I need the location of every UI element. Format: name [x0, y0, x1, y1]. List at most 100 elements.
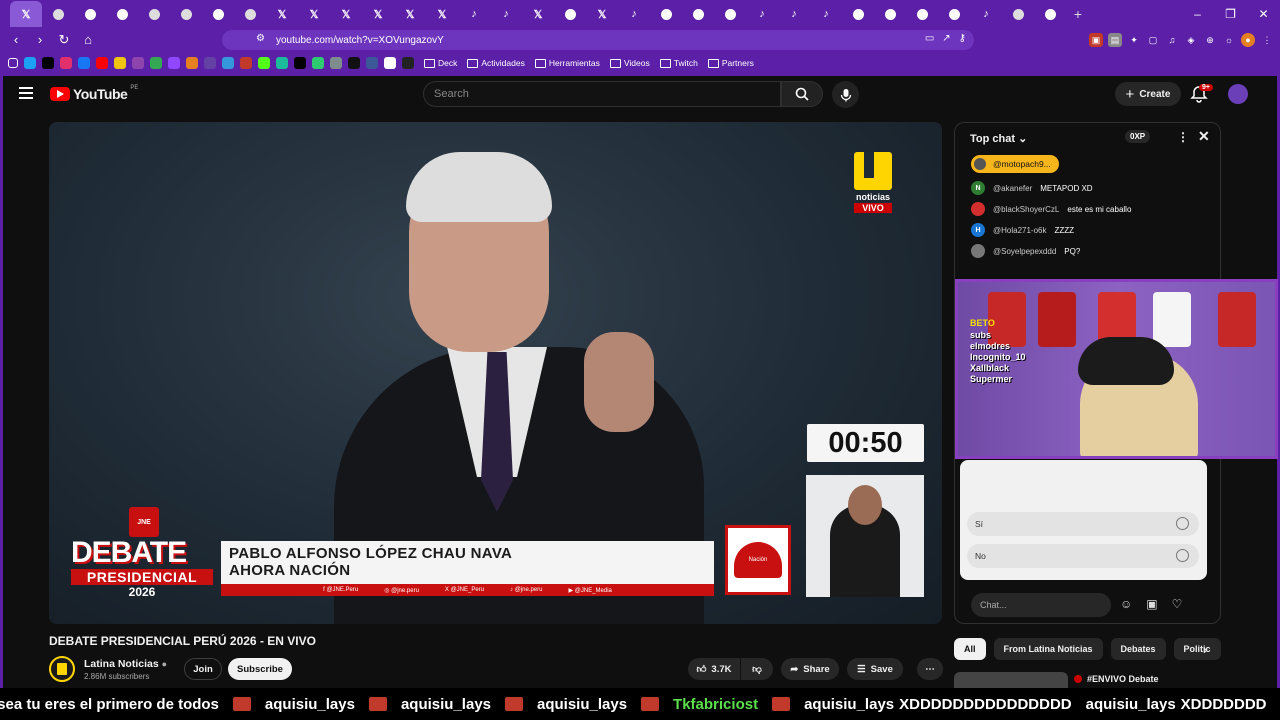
- extension-icon[interactable]: ▤: [1108, 33, 1122, 47]
- chat-username[interactable]: @blackShoyerCzL: [993, 205, 1059, 214]
- browser-tab[interactable]: [74, 1, 106, 27]
- puzzle-icon[interactable]: ✦: [1127, 33, 1141, 47]
- user-avatar[interactable]: [971, 244, 985, 258]
- extension-icon[interactable]: ☼: [1222, 33, 1236, 47]
- bookmark-favicon[interactable]: [222, 57, 234, 69]
- browser-tab[interactable]: [170, 1, 202, 27]
- top-chat-dropdown[interactable]: Top chat ⌄: [970, 132, 1027, 145]
- browser-tab[interactable]: [842, 1, 874, 27]
- bookmark-favicon[interactable]: [42, 57, 54, 69]
- bookmark-favicon[interactable]: [384, 57, 396, 69]
- bookmark-favicon[interactable]: [96, 57, 108, 69]
- heart-icon[interactable]: ♡: [1172, 597, 1183, 611]
- browser-tab[interactable]: ♪: [490, 1, 522, 27]
- channel-name[interactable]: Latina Noticias ●: [84, 658, 167, 670]
- bookmark-favicon[interactable]: [78, 57, 90, 69]
- browser-tab[interactable]: 𝕏: [394, 1, 426, 27]
- chips-next-icon[interactable]: ›: [1203, 642, 1207, 657]
- browser-tab[interactable]: [106, 1, 138, 27]
- bookmark-item[interactable]: Twitch: [659, 58, 698, 68]
- home-icon[interactable]: ⌂: [78, 32, 98, 48]
- user-avatar[interactable]: [971, 202, 985, 216]
- browser-tab[interactable]: 𝕏: [10, 1, 42, 27]
- profile-icon[interactable]: ●: [1241, 33, 1255, 47]
- reload-icon[interactable]: ↻: [54, 32, 74, 48]
- poll-option[interactable]: No: [967, 544, 1199, 568]
- url-field[interactable]: ⚙ youtube.com/watch?v=XOVungazovY ▭ ↗ ⚷: [222, 30, 974, 50]
- minimize-button[interactable]: –: [1181, 0, 1214, 28]
- browser-tab[interactable]: ♪: [746, 1, 778, 27]
- extension-icon[interactable]: ◈: [1184, 33, 1198, 47]
- pinned-user-chip[interactable]: @motopach9...: [971, 155, 1059, 173]
- dislike-button[interactable]: 👎︎: [741, 658, 773, 680]
- browser-tab[interactable]: 𝕏: [426, 1, 458, 27]
- hamburger-menu-icon[interactable]: [19, 87, 33, 99]
- video-player[interactable]: noticias VIVO 00:50 JNE DEBATE PRESIDENC…: [49, 122, 942, 624]
- browser-tab[interactable]: [202, 1, 234, 27]
- voice-search-button[interactable]: [832, 81, 859, 108]
- browser-tab[interactable]: ♪: [458, 1, 490, 27]
- channel-name-text[interactable]: Latina Noticias: [84, 658, 159, 670]
- new-tab-button[interactable]: +: [1066, 6, 1090, 22]
- browser-tab[interactable]: [234, 1, 266, 27]
- bookmark-favicon[interactable]: [204, 57, 216, 69]
- close-window-button[interactable]: ✕: [1247, 0, 1280, 28]
- cast-icon[interactable]: ▭: [925, 33, 934, 44]
- bookmark-favicon[interactable]: [294, 57, 306, 69]
- poll-option[interactable]: Sí: [967, 512, 1199, 536]
- bookmark-favicon[interactable]: [258, 57, 270, 69]
- back-icon[interactable]: ‹: [6, 32, 26, 48]
- bookmark-favicon[interactable]: [366, 57, 378, 69]
- search-button[interactable]: [781, 81, 823, 107]
- key-icon[interactable]: ⚷: [959, 33, 966, 44]
- forward-icon[interactable]: ›: [30, 32, 50, 48]
- browser-tab[interactable]: [650, 1, 682, 27]
- bookmark-favicon[interactable]: [168, 57, 180, 69]
- site-info-icon[interactable]: ⚙: [256, 33, 265, 44]
- filter-chip[interactable]: All: [954, 638, 986, 660]
- super-chat-icon[interactable]: ▣: [1146, 597, 1157, 611]
- browser-tab[interactable]: ♪: [970, 1, 1002, 27]
- menu-icon[interactable]: ⋮: [1260, 33, 1274, 47]
- save-button[interactable]: ☰ Save: [847, 658, 903, 680]
- join-button[interactable]: Join: [184, 658, 222, 680]
- create-button[interactable]: + Create: [1115, 82, 1181, 106]
- browser-tab[interactable]: [138, 1, 170, 27]
- browser-tab[interactable]: 𝕏: [362, 1, 394, 27]
- filter-chip[interactable]: From Latina Noticias: [993, 638, 1103, 660]
- browser-tab[interactable]: ♪: [810, 1, 842, 27]
- xp-badge[interactable]: 0XP: [1125, 130, 1151, 143]
- browser-tab[interactable]: [874, 1, 906, 27]
- bookmark-favicon[interactable]: [240, 57, 252, 69]
- user-avatar[interactable]: H: [971, 223, 985, 237]
- extension-icon[interactable]: ▣: [1089, 33, 1103, 47]
- browser-tab[interactable]: [42, 1, 74, 27]
- bookmark-favicon[interactable]: [132, 57, 144, 69]
- chat-more-icon[interactable]: ⋮: [1177, 130, 1189, 144]
- bookmark-favicon[interactable]: [348, 57, 360, 69]
- bookmark-favicon[interactable]: [186, 57, 198, 69]
- bookmark-item[interactable]: Videos: [609, 58, 650, 68]
- browser-tab[interactable]: [906, 1, 938, 27]
- related-video-thumbnail[interactable]: [954, 672, 1068, 688]
- browser-tab[interactable]: [682, 1, 714, 27]
- browser-tab[interactable]: [714, 1, 746, 27]
- chat-username[interactable]: @akanefer: [993, 184, 1032, 193]
- browser-tab[interactable]: ♪: [618, 1, 650, 27]
- bookmark-favicon[interactable]: [276, 57, 288, 69]
- browser-tab[interactable]: 𝕏: [266, 1, 298, 27]
- browser-tab[interactable]: 𝕏: [330, 1, 362, 27]
- related-video-title[interactable]: #ENVIVO Debate: [1074, 674, 1159, 684]
- bookmark-item[interactable]: Partners: [707, 58, 754, 68]
- bookmark-favicon[interactable]: [150, 57, 162, 69]
- chat-username[interactable]: @Soyelpepexddd: [993, 247, 1056, 256]
- share-icon[interactable]: ↗: [942, 33, 950, 44]
- browser-tab[interactable]: 𝕏: [298, 1, 330, 27]
- share-button[interactable]: ➦ Share: [781, 658, 839, 680]
- filter-chip[interactable]: Debates: [1110, 638, 1166, 660]
- bookmark-favicon[interactable]: [312, 57, 324, 69]
- bookmark-favicon[interactable]: [24, 57, 36, 69]
- subscribe-button[interactable]: Subscribe: [228, 658, 292, 680]
- like-button[interactable]: 👍︎ 3.7K: [688, 658, 740, 680]
- more-actions-button[interactable]: ⋯: [917, 658, 943, 680]
